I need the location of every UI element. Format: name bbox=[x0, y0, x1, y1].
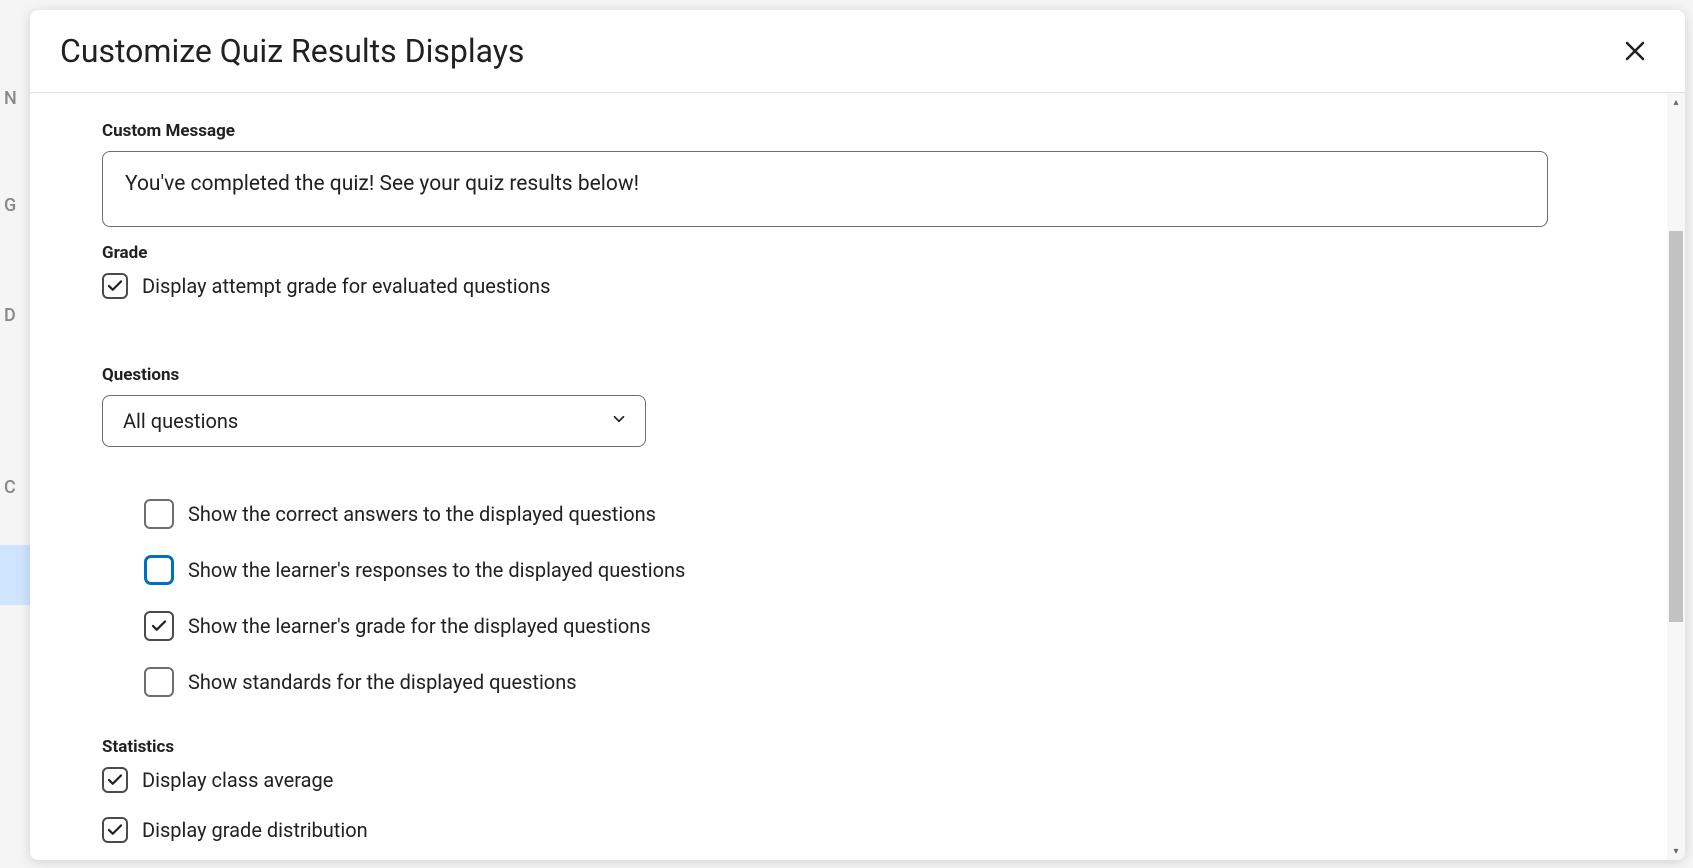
modal-body[interactable]: Custom Message You've completed the quiz… bbox=[30, 93, 1669, 860]
modal-body-wrap: Custom Message You've completed the quiz… bbox=[30, 93, 1685, 860]
modal-header: Customize Quiz Results Displays bbox=[30, 10, 1685, 93]
check-icon bbox=[106, 277, 124, 295]
show-learner-responses-checkbox[interactable] bbox=[144, 555, 174, 585]
vertical-scrollbar[interactable]: ▴ ▾ bbox=[1667, 93, 1685, 860]
bg-letter: D bbox=[4, 305, 16, 326]
questions-section: Questions All questions Show the correc bbox=[102, 365, 1669, 697]
bg-letter: G bbox=[4, 195, 16, 216]
display-class-average-label[interactable]: Display class average bbox=[142, 768, 333, 792]
custom-message-label: Custom Message bbox=[102, 121, 1669, 141]
modal-dialog: Customize Quiz Results Displays Custom M… bbox=[30, 10, 1685, 860]
statistics-section: Statistics Display class average Display… bbox=[102, 737, 1669, 843]
questions-label: Questions bbox=[102, 365, 1669, 385]
show-correct-answers-label[interactable]: Show the correct answers to the displaye… bbox=[188, 502, 656, 526]
show-correct-answers-checkbox[interactable] bbox=[144, 499, 174, 529]
statistics-label: Statistics bbox=[102, 737, 1669, 757]
display-grade-distribution-checkbox[interactable] bbox=[102, 817, 128, 843]
display-grade-distribution-row: Display grade distribution bbox=[102, 817, 1669, 843]
questions-select[interactable]: All questions bbox=[102, 395, 646, 447]
close-button[interactable] bbox=[1617, 33, 1653, 69]
display-class-average-checkbox[interactable] bbox=[102, 767, 128, 793]
scrollbar-thumb[interactable] bbox=[1669, 231, 1683, 622]
scroll-up-arrow-icon[interactable]: ▴ bbox=[1667, 93, 1685, 111]
questions-options: Show the correct answers to the displaye… bbox=[144, 499, 1669, 697]
close-icon bbox=[1623, 39, 1647, 63]
show-standards-label[interactable]: Show standards for the displayed questio… bbox=[188, 670, 577, 694]
check-icon bbox=[106, 821, 124, 839]
show-learner-grade-row: Show the learner's grade for the display… bbox=[144, 611, 1669, 641]
bg-letter: N bbox=[4, 88, 17, 109]
grade-section: Grade Display attempt grade for evaluate… bbox=[102, 243, 1669, 299]
custom-message-section: Custom Message You've completed the quiz… bbox=[102, 121, 1669, 227]
bg-highlight bbox=[0, 545, 30, 605]
custom-message-input[interactable]: You've completed the quiz! See your quiz… bbox=[102, 151, 1548, 227]
questions-select-wrap: All questions bbox=[102, 395, 646, 447]
show-standards-row: Show standards for the displayed questio… bbox=[144, 667, 1669, 697]
show-correct-answers-row: Show the correct answers to the displaye… bbox=[144, 499, 1669, 529]
check-icon bbox=[106, 771, 124, 789]
grade-label: Grade bbox=[102, 243, 1669, 263]
bg-letter: C bbox=[4, 477, 16, 498]
show-learner-grade-checkbox[interactable] bbox=[144, 611, 174, 641]
show-learner-responses-label[interactable]: Show the learner's responses to the disp… bbox=[188, 558, 685, 582]
scroll-down-arrow-icon[interactable]: ▾ bbox=[1667, 842, 1685, 860]
modal-title: Customize Quiz Results Displays bbox=[60, 32, 524, 70]
display-attempt-grade-label[interactable]: Display attempt grade for evaluated ques… bbox=[142, 274, 550, 298]
show-standards-checkbox[interactable] bbox=[144, 667, 174, 697]
questions-select-value: All questions bbox=[123, 409, 238, 433]
display-attempt-grade-row: Display attempt grade for evaluated ques… bbox=[102, 273, 1669, 299]
display-grade-distribution-label[interactable]: Display grade distribution bbox=[142, 818, 368, 842]
show-learner-grade-label[interactable]: Show the learner's grade for the display… bbox=[188, 614, 651, 638]
display-class-average-row: Display class average bbox=[102, 767, 1669, 793]
display-attempt-grade-checkbox[interactable] bbox=[102, 273, 128, 299]
check-icon bbox=[150, 617, 168, 635]
show-learner-responses-row: Show the learner's responses to the disp… bbox=[144, 555, 1669, 585]
